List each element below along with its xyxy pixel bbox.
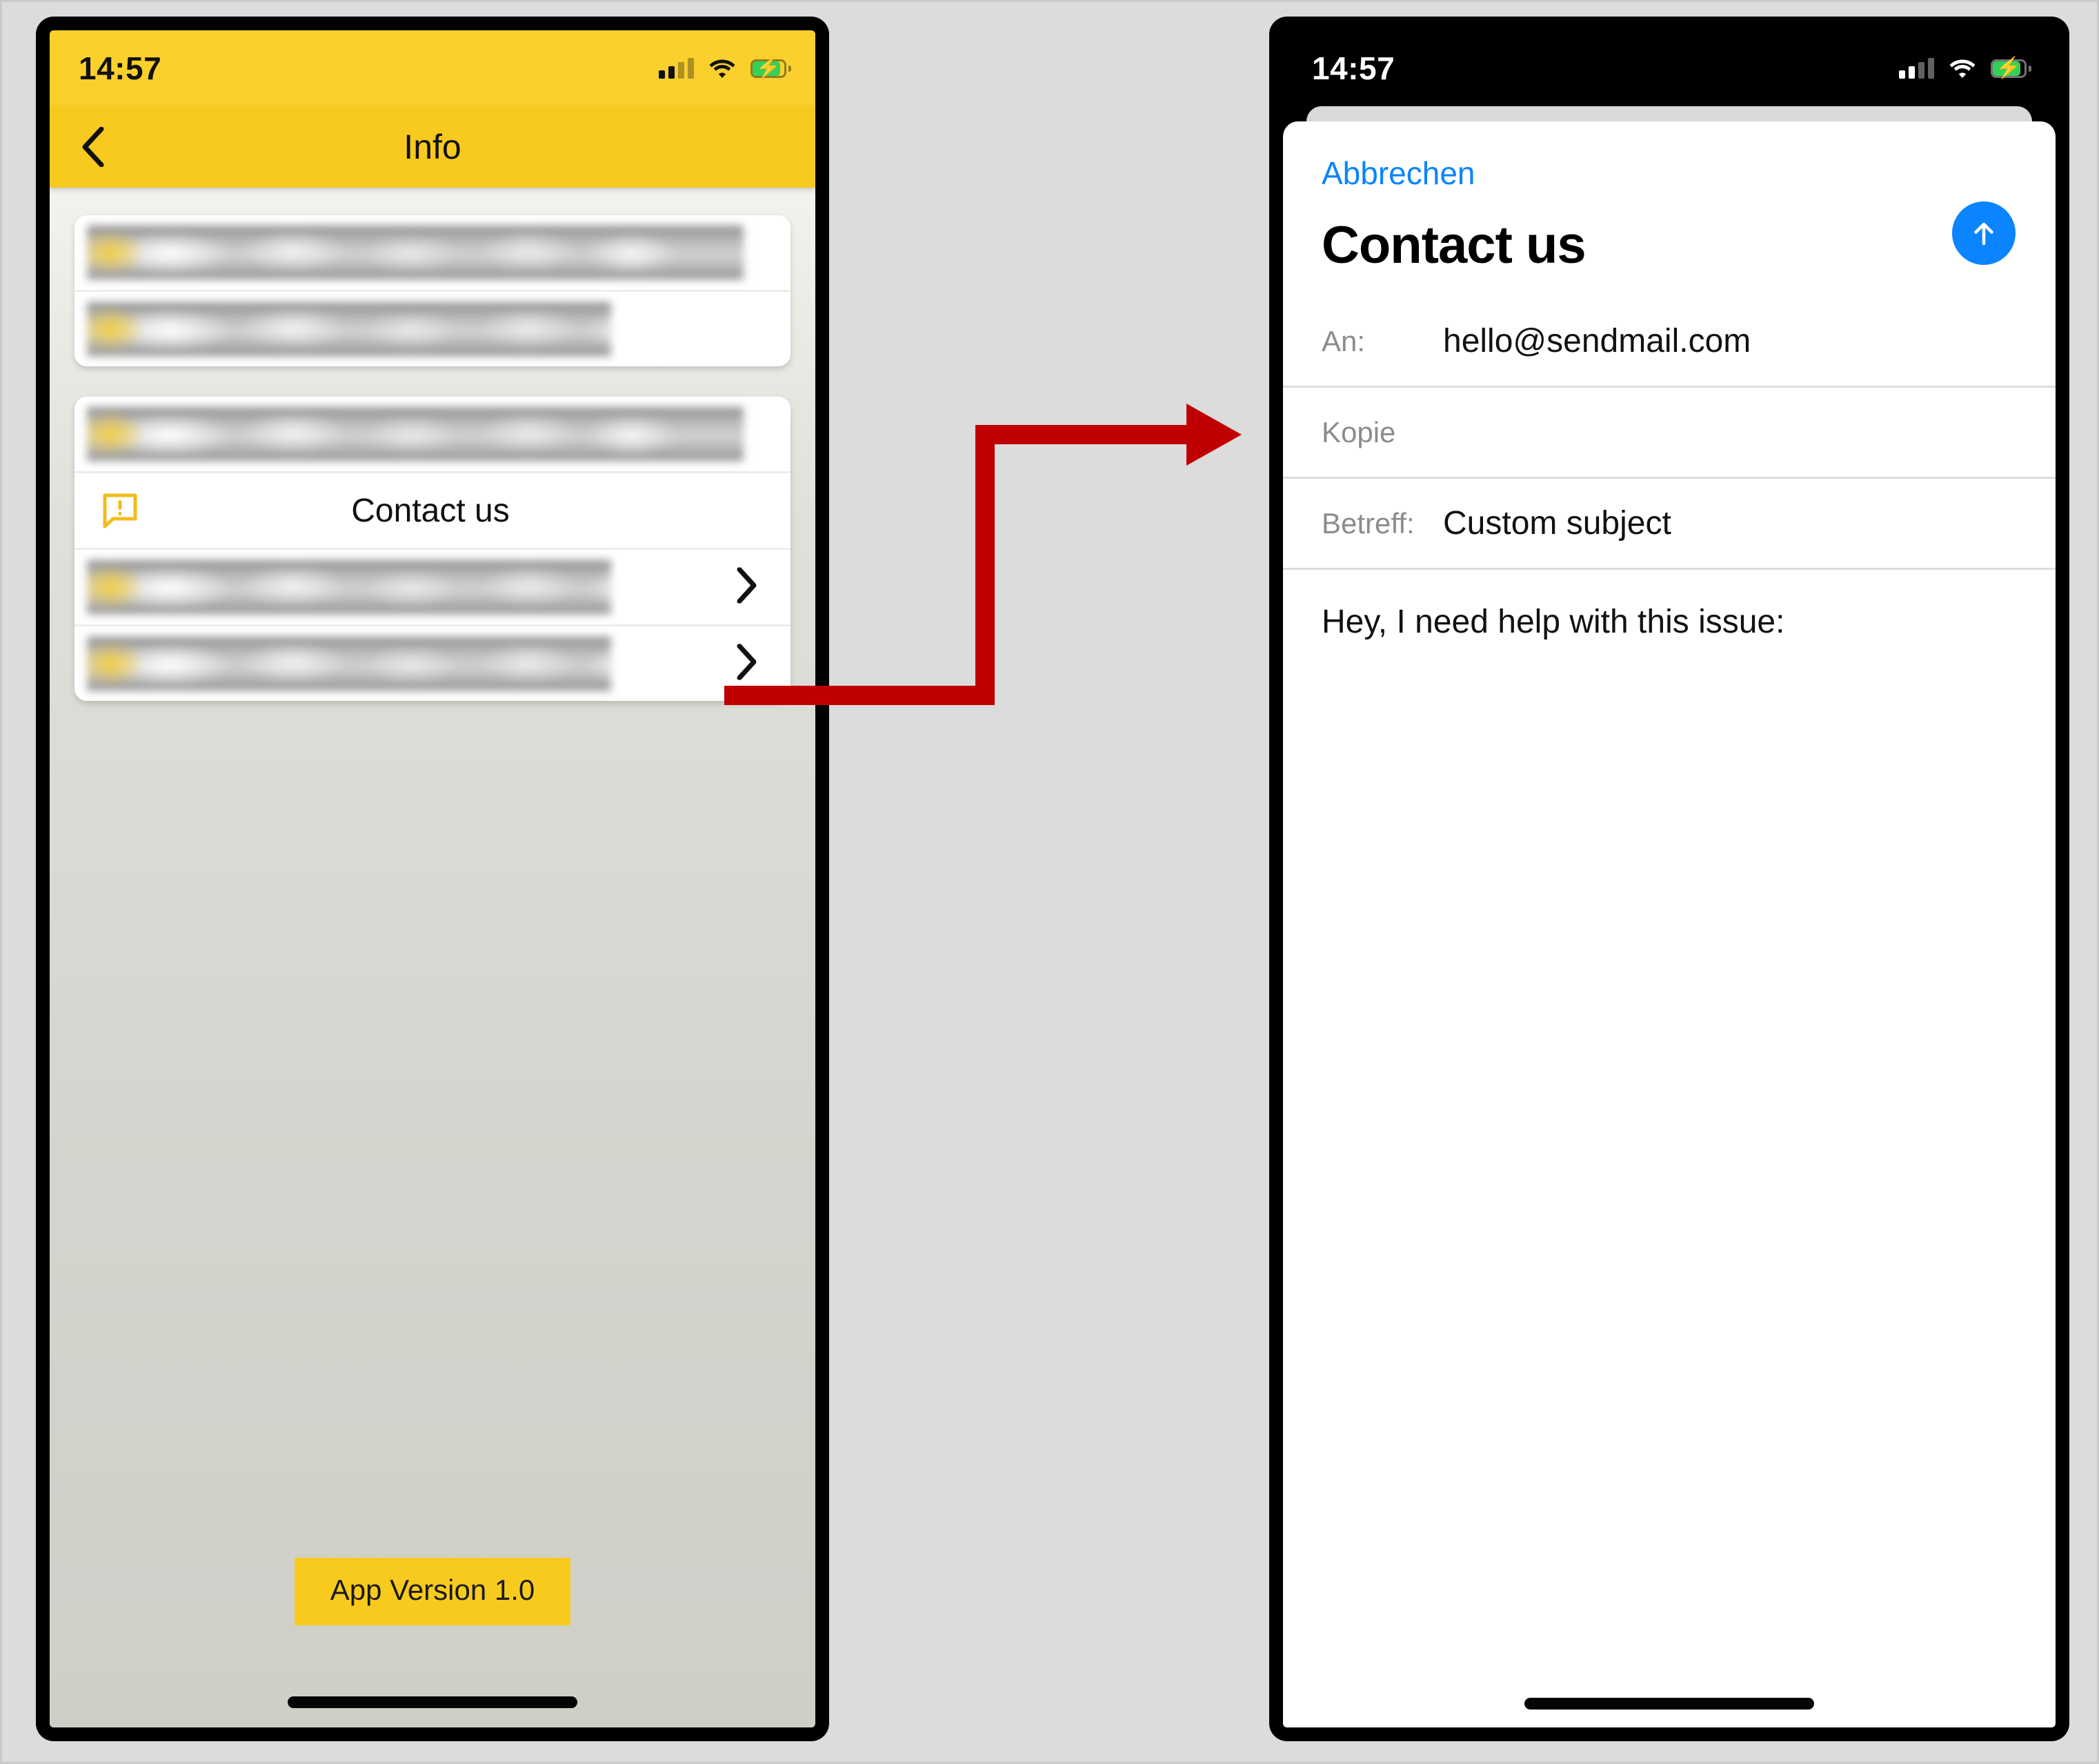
status-bar-icons: ⚡ bbox=[659, 58, 791, 79]
recipient-field[interactable]: An: hello@sendmail.com bbox=[1283, 297, 2056, 388]
chevron-right-icon bbox=[737, 644, 757, 684]
page-title: Info bbox=[404, 128, 461, 166]
compose-header: Contact us bbox=[1283, 189, 2056, 297]
arrow-up-circle-icon bbox=[1974, 222, 1993, 246]
cancel-button[interactable]: Abbrechen bbox=[1283, 121, 2056, 189]
redacted-content bbox=[87, 407, 744, 461]
subject-label: Betreff: bbox=[1322, 506, 1415, 539]
status-bar-icons: ⚡ bbox=[1899, 58, 2031, 79]
redacted-content bbox=[87, 637, 611, 691]
app-version-wrapper: App Version 1.0 bbox=[50, 1558, 815, 1625]
list-item[interactable] bbox=[74, 624, 790, 701]
recipient-label: An: bbox=[1322, 324, 1366, 357]
chevron-right-icon bbox=[737, 567, 757, 607]
contact-us-label: Contact us bbox=[351, 492, 510, 529]
status-bar-time: 14:57 bbox=[79, 50, 162, 86]
left-nav-bar: Info bbox=[50, 106, 815, 188]
subject-field[interactable]: Betreff: Custom subject bbox=[1283, 479, 2056, 570]
settings-group-1 bbox=[74, 215, 790, 366]
subject-value: Custom subject bbox=[1443, 505, 1671, 542]
right-phone-frame: 14:57 ⚡ Abbrechen Contact us An: hello@s… bbox=[1269, 17, 2069, 1741]
left-phone-frame: 14:57 ⚡ Info Contact us App Version 1.0 bbox=[36, 17, 829, 1741]
recipient-value: hello@sendmail.com bbox=[1443, 323, 1751, 359]
screenshot-canvas: 14:57 ⚡ Info Contact us App Version 1.0 … bbox=[0, 0, 2099, 1764]
list-item[interactable] bbox=[74, 397, 790, 471]
contact-us-row[interactable]: Contact us bbox=[74, 471, 790, 548]
redacted-content bbox=[87, 226, 744, 279]
cc-label: Kopie bbox=[1322, 415, 1396, 448]
list-item[interactable] bbox=[74, 215, 790, 290]
compose-title: Contact us bbox=[1322, 216, 1586, 275]
info-list: Contact us App Version 1.0 bbox=[50, 188, 815, 1727]
status-bar-time: 14:57 bbox=[1312, 50, 1395, 86]
cellular-signal-icon bbox=[659, 58, 694, 79]
right-home-indicator-wrapper bbox=[1283, 1698, 2056, 1710]
redacted-content bbox=[87, 560, 611, 614]
wifi-icon bbox=[1949, 59, 1976, 78]
send-button[interactable] bbox=[1952, 201, 2016, 265]
mail-body-text[interactable]: Hey, I need help with this issue: bbox=[1283, 570, 2056, 1727]
right-status-bar: 14:57 ⚡ bbox=[1283, 30, 2056, 106]
battery-charging-icon: ⚡ bbox=[1991, 58, 2031, 79]
right-phone-screen: 14:57 ⚡ Abbrechen Contact us An: hello@s… bbox=[1283, 30, 2056, 1727]
app-version-button[interactable]: App Version 1.0 bbox=[294, 1558, 571, 1625]
cc-field[interactable]: Kopie bbox=[1283, 388, 2056, 479]
home-indicator[interactable] bbox=[1524, 1698, 1814, 1710]
left-phone-screen: 14:57 ⚡ Info Contact us App Version 1.0 bbox=[50, 30, 815, 1727]
battery-charging-icon: ⚡ bbox=[750, 58, 791, 79]
list-item[interactable] bbox=[74, 290, 790, 366]
settings-group-2: Contact us bbox=[74, 397, 790, 701]
compose-mail-sheet: Abbrechen Contact us An: hello@sendmail.… bbox=[1283, 121, 2056, 1727]
home-indicator[interactable] bbox=[288, 1696, 577, 1708]
list-item[interactable] bbox=[74, 548, 790, 624]
left-home-indicator-wrapper bbox=[50, 1696, 815, 1708]
redacted-content bbox=[87, 302, 611, 356]
wifi-icon bbox=[709, 59, 735, 78]
speech-bubble-alert-icon bbox=[101, 491, 139, 530]
left-status-bar: 14:57 ⚡ bbox=[50, 30, 815, 106]
cellular-signal-icon bbox=[1899, 58, 1934, 79]
